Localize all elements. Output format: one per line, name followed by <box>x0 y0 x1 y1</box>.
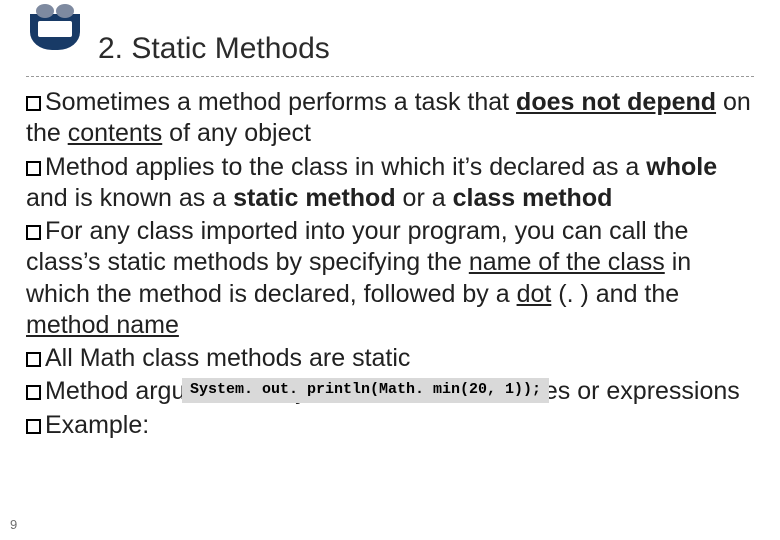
text: Example: <box>45 411 149 439</box>
text-bold: static method <box>233 184 396 212</box>
text-underline: contents <box>68 119 163 147</box>
crest-icon <box>30 14 80 50</box>
checkbox-icon <box>26 161 41 176</box>
text-bold: class method <box>453 184 613 212</box>
bullet-3: For any class imported into your program… <box>26 216 754 341</box>
university-logo <box>26 12 84 70</box>
checkbox-icon <box>26 96 41 111</box>
slide: 2. Static Methods Sometimes a method per… <box>0 0 780 540</box>
text-bold: whole <box>646 153 717 181</box>
checkbox-icon <box>26 225 41 240</box>
bullet-5: Method arguments may be constants, varia… <box>26 376 740 407</box>
text: and the <box>589 280 679 308</box>
text: All Math class methods are static <box>45 344 410 372</box>
checkbox-icon <box>26 419 41 434</box>
checkbox-icon <box>26 385 41 400</box>
text: Sometimes a method performs a task that <box>45 88 516 116</box>
bullet-2: Method applies to the class in which it’… <box>26 152 754 215</box>
text: and is known as a <box>26 184 233 212</box>
text: or a <box>396 184 453 212</box>
bullet-1: Sometimes a method performs a task that … <box>26 87 754 150</box>
slide-header: 2. Static Methods <box>26 12 754 70</box>
text: of any object <box>162 119 311 147</box>
text-underline-bold: does not depend <box>516 88 716 116</box>
text-underline: name of the class <box>469 248 665 276</box>
text: (. ) <box>551 280 589 308</box>
text-underline: method name <box>26 311 179 339</box>
slide-title: 2. Static Methods <box>98 32 330 70</box>
divider <box>26 76 754 77</box>
checkbox-icon <box>26 352 41 367</box>
slide-body: Sometimes a method performs a task that … <box>26 87 754 441</box>
bullet-6: Example: <box>26 410 754 441</box>
text-underline: dot <box>517 280 552 308</box>
code-snippet: System. out. println(Math. min(20, 1)); <box>182 378 549 403</box>
bullet-4: All Math class methods are static <box>26 343 754 374</box>
text: Method applies to the class in which it’… <box>45 153 646 181</box>
page-number: 9 <box>10 517 17 532</box>
